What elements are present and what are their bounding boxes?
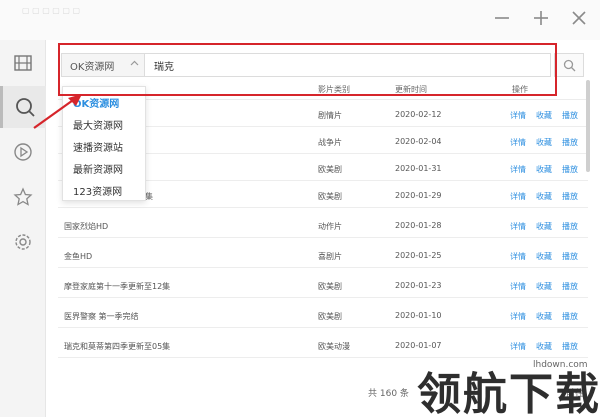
header-actions: 操作	[512, 85, 528, 94]
row-title: 医界警察 第一季完结	[64, 312, 139, 321]
favorite-link[interactable]: 收藏	[536, 311, 552, 322]
source-select-value: OK资源网	[70, 61, 115, 73]
watermark: 领航下载 lhdown.com	[417, 358, 600, 417]
favorite-link[interactable]: 收藏	[536, 191, 552, 202]
play-link[interactable]: 播放	[562, 251, 578, 262]
source-option[interactable]: 速播资源站	[73, 139, 123, 154]
detail-link[interactable]: 详情	[510, 251, 526, 262]
source-option[interactable]: OK资源网	[73, 95, 119, 110]
search-icon	[563, 59, 575, 71]
row-date: 2020-01-07	[395, 341, 442, 350]
detail-link[interactable]: 详情	[510, 221, 526, 232]
favorite-link[interactable]: 收藏	[536, 341, 552, 352]
source-option[interactable]: 123资源网	[73, 183, 122, 198]
play-link[interactable]: 播放	[562, 110, 578, 121]
table-row: 金鱼HD 喜剧片 2020-01-25 详情 收藏 播放	[58, 244, 588, 268]
play-link[interactable]: 播放	[562, 137, 578, 148]
source-select[interactable]: OK资源网	[62, 54, 145, 76]
detail-link[interactable]: 详情	[510, 110, 526, 121]
play-link[interactable]: 播放	[562, 281, 578, 292]
row-title: 瑞克和莫蒂第四季更新至05集	[64, 342, 171, 351]
play-link[interactable]: 播放	[562, 221, 578, 232]
detail-link[interactable]: 详情	[510, 311, 526, 322]
film-icon	[14, 55, 32, 71]
minimize-icon[interactable]	[492, 8, 512, 28]
search-bar: OK资源网	[61, 53, 551, 77]
sidebar-item-settings[interactable]	[0, 221, 46, 263]
row-date: 2020-01-23	[395, 281, 442, 290]
row-date: 2020-01-10	[395, 311, 442, 320]
row-date: 2020-01-28	[395, 221, 442, 230]
source-option[interactable]: 最大资源网	[73, 117, 123, 132]
play-link[interactable]: 播放	[562, 311, 578, 322]
row-date: 2020-02-04	[395, 137, 442, 146]
row-date: 2020-01-25	[395, 251, 442, 260]
detail-link[interactable]: 详情	[510, 191, 526, 202]
search-icon	[15, 98, 35, 117]
row-date: 2020-01-29	[395, 191, 442, 200]
table-scrollbar[interactable]	[586, 80, 590, 172]
table-row: 医界警察 第一季完结 欧美剧 2020-01-10 详情 收藏 播放	[58, 304, 588, 328]
favorite-link[interactable]: 收藏	[536, 137, 552, 148]
header-category: 影片类别	[318, 85, 350, 94]
play-link[interactable]: 播放	[562, 191, 578, 202]
sidebar-item-movies[interactable]	[0, 42, 46, 84]
detail-link[interactable]: 详情	[510, 281, 526, 292]
header-update-time: 更新时间	[395, 85, 427, 94]
sidebar	[0, 40, 46, 417]
table-row: 国家烈焰HD 动作片 2020-01-28 详情 收藏 播放	[58, 214, 588, 238]
source-option[interactable]: 最新资源网	[73, 161, 123, 176]
pagination-total: 共 160 条	[368, 389, 409, 399]
row-date: 2020-01-31	[395, 164, 442, 173]
search-input[interactable]	[146, 54, 549, 76]
sidebar-item-play[interactable]	[0, 131, 46, 173]
row-category: 欧美剧	[318, 312, 342, 321]
row-category: 喜剧片	[318, 252, 342, 261]
play-link[interactable]: 播放	[562, 341, 578, 352]
chevron-up-icon	[130, 59, 139, 71]
watermark-url: lhdown.com	[533, 360, 588, 370]
favorite-link[interactable]: 收藏	[536, 251, 552, 262]
detail-link[interactable]: 详情	[510, 341, 526, 352]
row-category: 欧美动漫	[318, 342, 350, 351]
sidebar-item-search[interactable]	[0, 86, 46, 128]
star-icon	[13, 187, 33, 206]
table-row: 瑞克和莫蒂第四季更新至05集 欧美动漫 2020-01-07 详情 收藏 播放	[58, 334, 588, 358]
favorite-link[interactable]: 收藏	[536, 281, 552, 292]
play-circle-icon	[14, 143, 32, 161]
source-dropdown: OK资源网 最大资源网 速播资源站 最新资源网 123资源网	[62, 86, 146, 201]
close-icon[interactable]	[569, 8, 589, 28]
gear-icon	[15, 234, 31, 250]
row-title: 摩登家庭第十一季更新至12集	[64, 282, 171, 291]
row-title: 集	[145, 192, 153, 201]
favorite-link[interactable]: 收藏	[536, 164, 552, 175]
row-category: 欧美剧	[318, 192, 342, 201]
row-category: 欧美剧	[318, 282, 342, 291]
favorite-link[interactable]: 收藏	[536, 110, 552, 121]
row-category: 动作片	[318, 222, 342, 231]
play-link[interactable]: 播放	[562, 164, 578, 175]
row-title: 金鱼HD	[64, 252, 93, 261]
sidebar-item-favorites[interactable]	[0, 176, 46, 218]
row-category: 剧情片	[318, 111, 342, 120]
search-button[interactable]	[554, 53, 584, 77]
row-date: 2020-02-12	[395, 110, 442, 119]
maximize-icon[interactable]	[531, 8, 551, 28]
favorite-link[interactable]: 收藏	[536, 221, 552, 232]
row-title: 国家烈焰HD	[64, 222, 109, 231]
background-ghost-text: ▢ ▢ ▢ ▢ ▢ ▢	[22, 6, 81, 15]
detail-link[interactable]: 详情	[510, 137, 526, 148]
row-category: 欧美剧	[318, 165, 342, 174]
table-row: 摩登家庭第十一季更新至12集 欧美剧 2020-01-23 详情 收藏 播放	[58, 274, 588, 298]
detail-link[interactable]: 详情	[510, 164, 526, 175]
row-category: 战争片	[318, 138, 342, 147]
